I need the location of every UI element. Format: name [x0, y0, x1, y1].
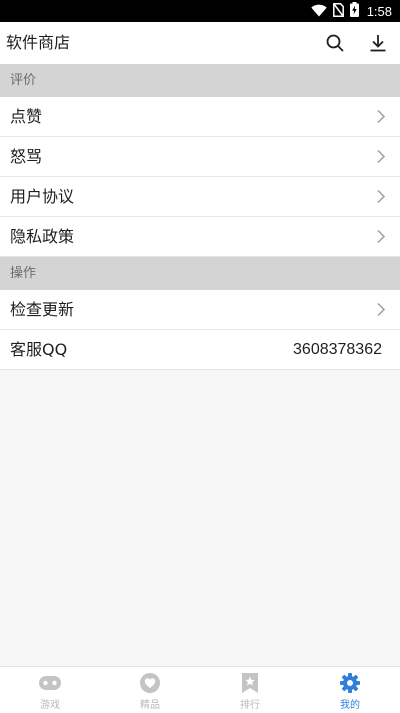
nav-label: 排行 [240, 700, 260, 711]
search-icon[interactable] [322, 30, 348, 56]
row-user-agreement[interactable]: 用户协议 [0, 177, 400, 217]
nav-item-games[interactable]: 游戏 [0, 667, 100, 713]
app-bar: 软件商店 [0, 22, 400, 64]
row-label: 怒骂 [10, 147, 43, 166]
chevron-right-icon [376, 149, 386, 164]
heart-icon [138, 672, 162, 694]
wifi-icon [310, 2, 327, 21]
row-label: 隐私政策 [10, 227, 75, 246]
row-complain[interactable]: 怒骂 [0, 137, 400, 177]
nav-item-mine[interactable]: 我的 [300, 667, 400, 713]
page-title: 软件商店 [6, 33, 71, 52]
row-label: 用户协议 [10, 187, 75, 206]
row-privacy-policy[interactable]: 隐私政策 [0, 217, 400, 257]
nav-label: 我的 [340, 700, 360, 711]
status-icons: 1:58 [310, 0, 392, 22]
row-label: 点赞 [10, 107, 43, 126]
chevron-right-icon [376, 302, 386, 317]
gamepad-icon [38, 672, 62, 694]
nav-label: 精品 [140, 700, 160, 711]
status-bar: 1:58 [0, 0, 400, 22]
battery-charging-icon [349, 1, 359, 21]
chevron-right-icon [376, 189, 386, 204]
nav-label: 游戏 [40, 700, 60, 711]
row-customer-service-qq[interactable]: 客服QQ 3608378362 [0, 330, 400, 370]
row-label: 检查更新 [10, 300, 75, 319]
qq-number: 3608378362 [293, 341, 382, 358]
download-icon[interactable] [365, 30, 391, 56]
gear-icon [338, 672, 362, 694]
chevron-right-icon [376, 229, 386, 244]
row-like[interactable]: 点赞 [0, 97, 400, 137]
row-label: 客服QQ [10, 340, 68, 359]
nav-item-ranking[interactable]: 排行 [200, 667, 300, 713]
section-header-rating: 评价 [0, 64, 400, 97]
ranking-bookmark-icon [238, 672, 262, 694]
nav-item-featured[interactable]: 精品 [100, 667, 200, 713]
row-check-update[interactable]: 检查更新 [0, 290, 400, 330]
section-header-actions: 操作 [0, 257, 400, 290]
no-sim-icon [332, 2, 344, 21]
chevron-right-icon [376, 109, 386, 124]
bottom-nav: 游戏 精品 排行 我的 [0, 666, 400, 713]
status-time: 1:58 [366, 3, 392, 19]
